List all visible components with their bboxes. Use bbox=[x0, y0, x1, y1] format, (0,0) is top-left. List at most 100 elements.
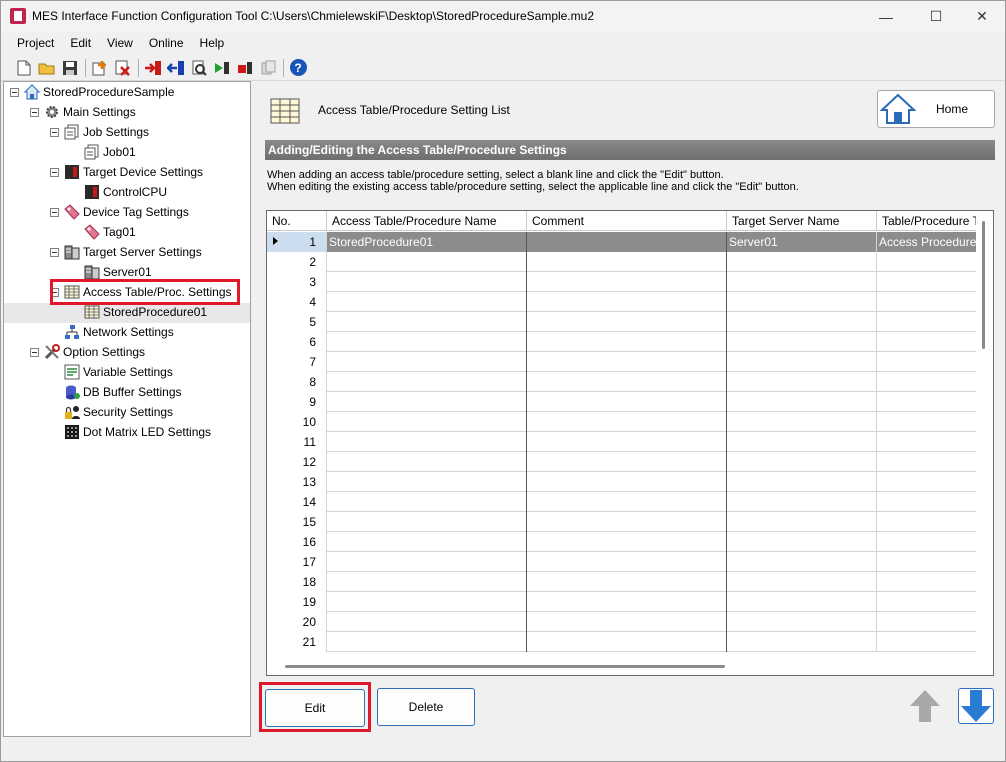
cell-type[interactable] bbox=[877, 572, 977, 592]
cell-no[interactable]: 8 bbox=[267, 372, 327, 392]
delete-button[interactable]: Delete bbox=[377, 688, 475, 726]
cell-comment[interactable] bbox=[527, 612, 727, 632]
cell-name[interactable] bbox=[327, 412, 527, 432]
table-row[interactable]: 11 bbox=[267, 432, 977, 452]
cell-comment[interactable] bbox=[527, 432, 727, 452]
tree-node-security-settings[interactable]: Security Settings bbox=[64, 402, 173, 422]
cell-no[interactable]: 3 bbox=[267, 272, 327, 292]
table-row[interactable]: 12 bbox=[267, 452, 977, 472]
vertical-scrollbar[interactable] bbox=[976, 211, 993, 659]
cell-server[interactable] bbox=[727, 412, 877, 432]
cell-no[interactable]: 17 bbox=[267, 552, 327, 572]
cell-no[interactable]: 12 bbox=[267, 452, 327, 472]
table-row[interactable]: 17 bbox=[267, 552, 977, 572]
cell-comment[interactable] bbox=[527, 592, 727, 612]
cell-name[interactable] bbox=[327, 472, 527, 492]
verify-icon[interactable] bbox=[188, 57, 210, 79]
cell-server[interactable] bbox=[727, 532, 877, 552]
cell-no[interactable]: 16 bbox=[267, 532, 327, 552]
table-row[interactable]: 16 bbox=[267, 532, 977, 552]
cell-no[interactable]: 6 bbox=[267, 332, 327, 352]
tree-node-control-cpu[interactable]: ControlCPU bbox=[84, 182, 167, 202]
cell-type[interactable] bbox=[877, 472, 977, 492]
column-header-no[interactable]: No. bbox=[267, 211, 327, 231]
collapse-toggle[interactable] bbox=[50, 247, 59, 257]
cell-name[interactable] bbox=[327, 252, 527, 272]
menu-online[interactable]: Online bbox=[141, 34, 192, 54]
table-row[interactable]: 1 StoredProcedure01 Server01 Access Procedu… bbox=[267, 232, 977, 252]
cell-comment[interactable] bbox=[527, 452, 727, 472]
cell-no[interactable]: 14 bbox=[267, 492, 327, 512]
cell-server[interactable] bbox=[727, 392, 877, 412]
menu-view[interactable]: View bbox=[99, 34, 141, 54]
cell-server[interactable] bbox=[727, 272, 877, 292]
tree-node-target-server-settings[interactable]: Target Server Settings bbox=[50, 242, 202, 262]
cell-type[interactable]: Access Procedure bbox=[877, 232, 977, 252]
cell-comment[interactable] bbox=[527, 272, 727, 292]
cell-comment[interactable] bbox=[527, 552, 727, 572]
cell-comment[interactable] bbox=[527, 512, 727, 532]
cell-no[interactable]: 9 bbox=[267, 392, 327, 412]
table-row[interactable]: 6 bbox=[267, 332, 977, 352]
table-row[interactable]: 9 bbox=[267, 392, 977, 412]
cell-comment[interactable] bbox=[527, 372, 727, 392]
cell-server[interactable] bbox=[727, 492, 877, 512]
cell-type[interactable] bbox=[877, 252, 977, 272]
move-down-button[interactable] bbox=[958, 688, 994, 724]
cell-server[interactable] bbox=[727, 592, 877, 612]
save-icon[interactable] bbox=[59, 57, 81, 79]
cell-type[interactable] bbox=[877, 272, 977, 292]
collapse-toggle[interactable] bbox=[50, 207, 59, 217]
cell-name[interactable] bbox=[327, 512, 527, 532]
table-row[interactable]: 8 bbox=[267, 372, 977, 392]
cell-comment[interactable] bbox=[527, 532, 727, 552]
cell-name[interactable] bbox=[327, 312, 527, 332]
move-up-button[interactable] bbox=[907, 688, 943, 724]
tree-node-option-settings[interactable]: Option Settings bbox=[30, 342, 145, 362]
write-to-device-icon[interactable] bbox=[142, 57, 164, 79]
cell-server[interactable] bbox=[727, 552, 877, 572]
cell-comment[interactable] bbox=[527, 312, 727, 332]
cell-no[interactable]: 7 bbox=[267, 352, 327, 372]
table-row[interactable]: 14 bbox=[267, 492, 977, 512]
cell-type[interactable] bbox=[877, 352, 977, 372]
tree-node-network-settings[interactable]: Network Settings bbox=[64, 322, 174, 342]
cell-no[interactable]: 4 bbox=[267, 292, 327, 312]
cell-no[interactable]: 18 bbox=[267, 572, 327, 592]
cell-no[interactable]: 2 bbox=[267, 252, 327, 272]
delete-item-icon[interactable] bbox=[112, 57, 134, 79]
cell-type[interactable] bbox=[877, 512, 977, 532]
cell-name[interactable] bbox=[327, 612, 527, 632]
cell-server[interactable] bbox=[727, 432, 877, 452]
new-file-icon[interactable] bbox=[13, 57, 35, 79]
cell-type[interactable] bbox=[877, 592, 977, 612]
cell-comment[interactable] bbox=[527, 412, 727, 432]
cell-comment[interactable] bbox=[527, 492, 727, 512]
tree-node-device-tag-settings[interactable]: Device Tag Settings bbox=[50, 202, 189, 222]
tree-node-target-device-settings[interactable]: Target Device Settings bbox=[50, 162, 203, 182]
cell-comment[interactable] bbox=[527, 392, 727, 412]
cell-server[interactable]: Server01 bbox=[727, 232, 877, 252]
cell-comment[interactable] bbox=[527, 632, 727, 652]
tree-node-job01[interactable]: Job01 bbox=[84, 142, 136, 162]
cell-type[interactable] bbox=[877, 292, 977, 312]
cell-no[interactable]: 15 bbox=[267, 512, 327, 532]
cell-type[interactable] bbox=[877, 332, 977, 352]
cell-type[interactable] bbox=[877, 312, 977, 332]
cell-server[interactable] bbox=[727, 292, 877, 312]
cell-type[interactable] bbox=[877, 632, 977, 652]
cell-name[interactable] bbox=[327, 332, 527, 352]
cell-no[interactable]: 10 bbox=[267, 412, 327, 432]
cell-type[interactable] bbox=[877, 492, 977, 512]
cell-server[interactable] bbox=[727, 452, 877, 472]
home-button[interactable]: Home bbox=[877, 90, 995, 128]
cell-server[interactable] bbox=[727, 612, 877, 632]
cell-server[interactable] bbox=[727, 372, 877, 392]
cell-no[interactable]: 21 bbox=[267, 632, 327, 652]
tree-node-main-settings[interactable]: Main Settings bbox=[30, 102, 136, 122]
horizontal-scroll-thumb[interactable] bbox=[285, 665, 725, 668]
cell-no[interactable]: 13 bbox=[267, 472, 327, 492]
cell-name[interactable] bbox=[327, 372, 527, 392]
tree-node-dot-matrix-led-settings[interactable]: Dot Matrix LED Settings bbox=[64, 422, 211, 442]
collapse-toggle[interactable] bbox=[30, 107, 39, 117]
